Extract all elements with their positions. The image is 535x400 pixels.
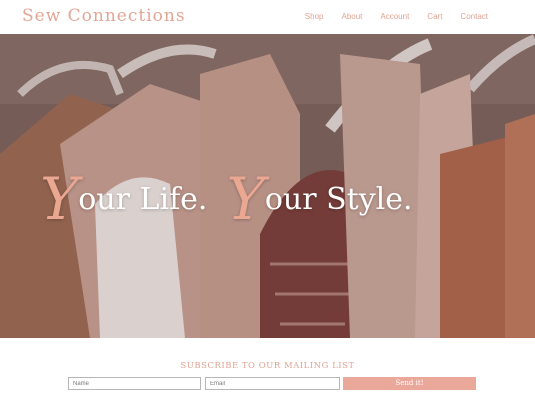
nav-contact[interactable]: Contact bbox=[451, 12, 488, 21]
headline-cap-2: Y bbox=[226, 165, 265, 233]
brand-logo[interactable]: Sew Connections bbox=[22, 6, 186, 26]
headline-text-2: our Style. bbox=[264, 182, 413, 217]
nav-shop[interactable]: Shop bbox=[296, 12, 333, 21]
main-nav: Shop About Account Cart Contact bbox=[296, 12, 488, 21]
email-field[interactable] bbox=[205, 377, 340, 390]
send-button[interactable]: Send it! bbox=[343, 377, 476, 390]
subscribe-title: SUBSCRIBE TO OUR MAILING LIST bbox=[180, 361, 355, 371]
hero-headline: Your Life. Your Style. bbox=[40, 170, 500, 228]
hero-banner: Your Life. Your Style. bbox=[0, 34, 535, 338]
headline-cap-1: Y bbox=[40, 165, 79, 233]
nav-about[interactable]: About bbox=[332, 12, 371, 21]
headline-text-1: our Life. bbox=[78, 182, 208, 217]
site-header: Sew Connections Shop About Account Cart … bbox=[0, 0, 535, 34]
nav-account[interactable]: Account bbox=[371, 12, 418, 21]
nav-cart[interactable]: Cart bbox=[418, 12, 451, 21]
subscribe-section: SUBSCRIBE TO OUR MAILING LIST Send it! bbox=[0, 338, 535, 400]
name-field[interactable] bbox=[68, 377, 201, 390]
